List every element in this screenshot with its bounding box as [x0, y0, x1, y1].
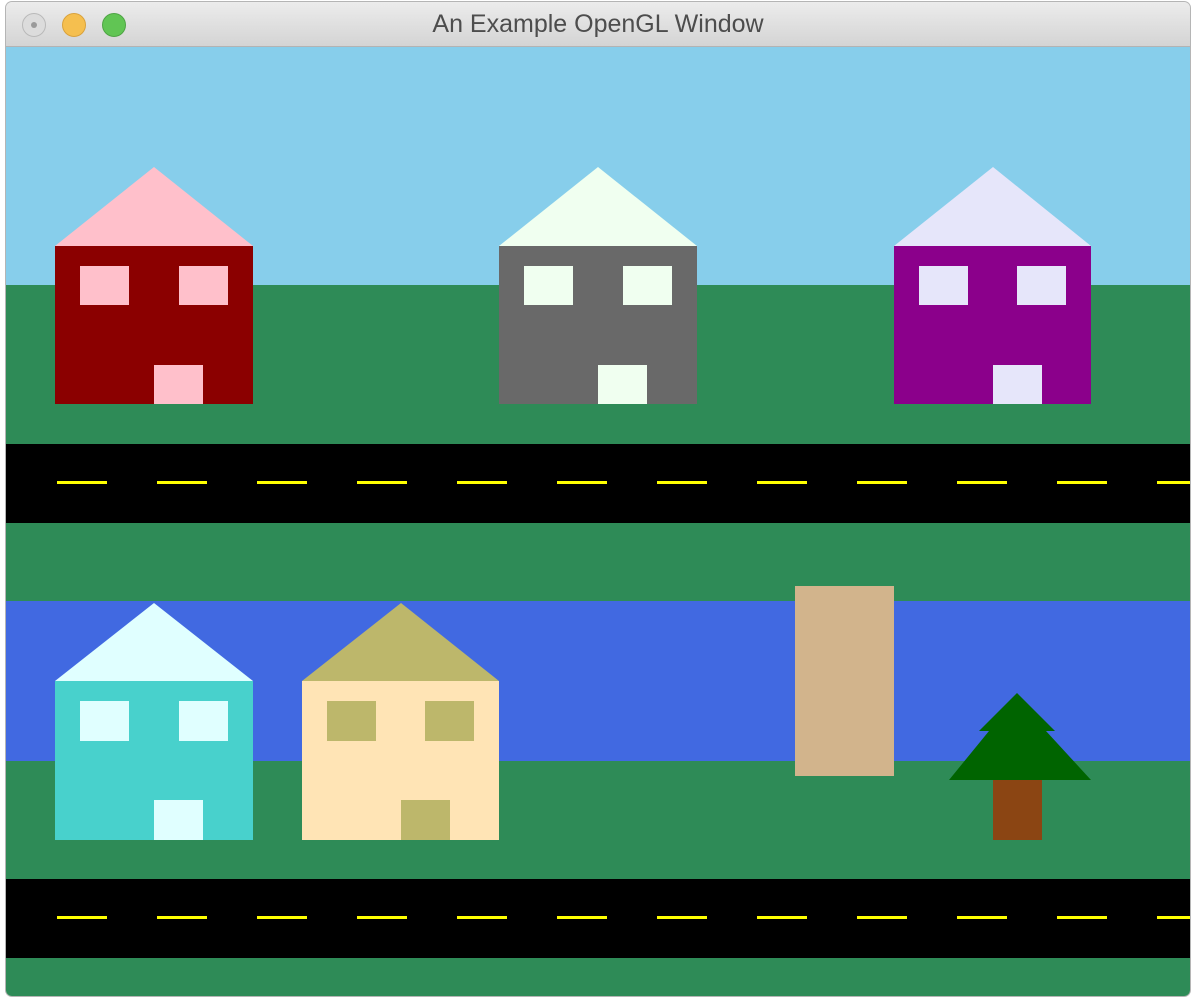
- lane-dash: [1057, 481, 1107, 484]
- title-bar[interactable]: An Example OpenGL Window: [6, 2, 1190, 47]
- lane-dash: [457, 916, 507, 919]
- lane-dash: [457, 481, 507, 484]
- door: [154, 365, 203, 404]
- window: [80, 701, 129, 741]
- lane-dash: [57, 481, 107, 484]
- window: [179, 266, 228, 305]
- lane-dash: [357, 481, 407, 484]
- lane-dash: [757, 916, 807, 919]
- window-title: An Example OpenGL Window: [432, 10, 764, 38]
- door: [154, 800, 203, 840]
- window: [80, 266, 129, 305]
- lane-dash: [857, 916, 907, 919]
- door: [401, 800, 450, 840]
- lane-dash: [357, 916, 407, 919]
- window: [425, 701, 474, 741]
- window: [1017, 266, 1066, 305]
- lane-dash: [257, 916, 307, 919]
- app-window: An Example OpenGL Window: [6, 2, 1190, 996]
- lane-dash: [657, 916, 707, 919]
- lane-dash: [957, 481, 1007, 484]
- lane-dash: [557, 916, 607, 919]
- window: [919, 266, 968, 305]
- lane-dash: [1157, 916, 1190, 919]
- lane-dash: [157, 481, 207, 484]
- lane-dash: [1157, 481, 1190, 484]
- window: [623, 266, 672, 305]
- door: [598, 365, 647, 404]
- lane-dash: [757, 481, 807, 484]
- lane-dash: [157, 916, 207, 919]
- lane-dash: [657, 481, 707, 484]
- bridge: [795, 586, 894, 776]
- lane-dash: [857, 481, 907, 484]
- lane-dash: [557, 481, 607, 484]
- lane-dash: [1057, 916, 1107, 919]
- window: [327, 701, 376, 741]
- lane-dash: [257, 481, 307, 484]
- lane-dash: [957, 916, 1007, 919]
- window: [524, 266, 573, 305]
- opengl-canvas[interactable]: [6, 47, 1190, 996]
- tree-trunk: [993, 780, 1042, 840]
- door: [993, 365, 1042, 404]
- window: [179, 701, 228, 741]
- lane-dash: [57, 916, 107, 919]
